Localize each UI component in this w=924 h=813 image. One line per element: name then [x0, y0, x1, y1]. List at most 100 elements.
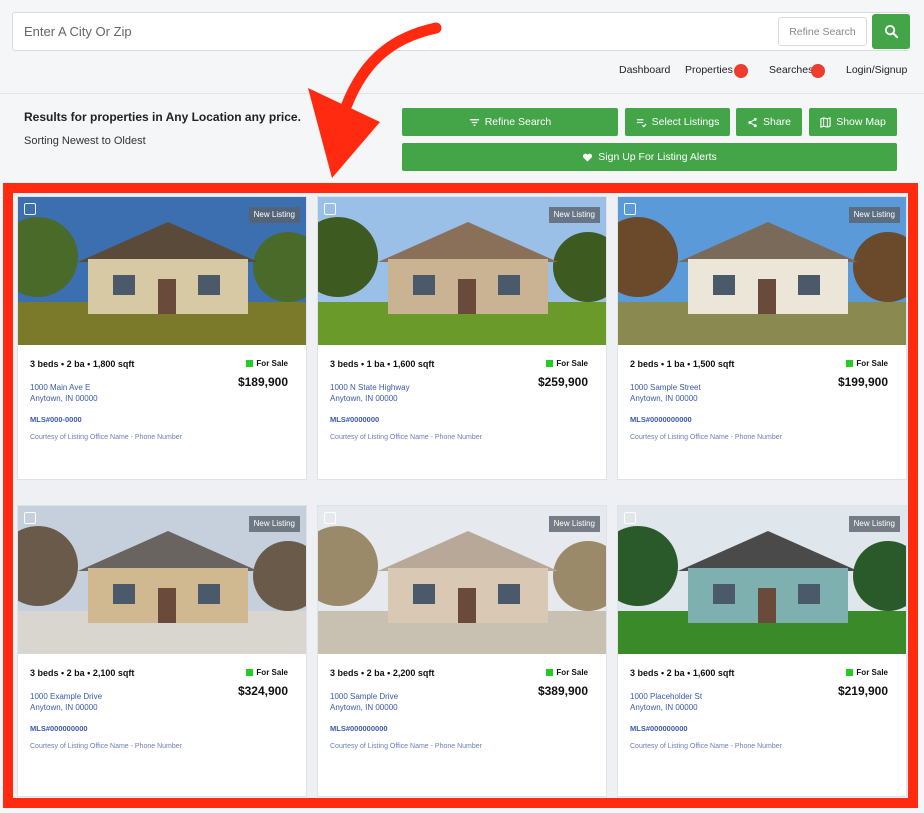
status-dot-icon [546, 360, 554, 367]
searches-badge [811, 64, 825, 78]
checklist-icon [636, 118, 647, 128]
listing-card[interactable]: New Listing 3 beds • 2 ba • 1,800 sqft F… [17, 196, 307, 480]
listing-card[interactable]: New Listing 3 beds • 2 ba • 2,100 sqft F… [17, 505, 307, 797]
status-dot-icon [846, 669, 854, 676]
favorite-checkbox[interactable] [24, 203, 36, 215]
listing-price: $189,900 [237, 375, 288, 389]
map-icon [820, 116, 831, 128]
properties-badge [734, 64, 748, 78]
listing-photo[interactable]: New Listing [318, 506, 606, 654]
select-listings-button[interactable]: Select Listings [625, 108, 730, 136]
status-dot-icon [246, 669, 254, 676]
listing-courtesy: Courtesy of Listing Office Name - Phone … [630, 434, 782, 441]
sale-status: For Sale [846, 359, 888, 368]
nav-dashboard[interactable]: Dashboard [619, 64, 670, 76]
share-button[interactable]: Share [736, 108, 802, 136]
share-icon [748, 117, 757, 127]
status-label: For Sale [556, 359, 588, 368]
listing-address-line1[interactable]: 1000 Example Drive [30, 692, 102, 701]
top-header: Refine Search [0, 0, 924, 94]
search-icon [884, 24, 898, 39]
listing-courtesy: Courtesy of Listing Office Name - Phone … [30, 434, 182, 441]
new-listing-tag: New Listing [248, 207, 300, 223]
search-bar: Refine Search [12, 12, 910, 51]
favorite-checkbox[interactable] [324, 203, 336, 215]
sale-status: For Sale [546, 668, 588, 677]
listing-courtesy: Courtesy of Listing Office Name - Phone … [30, 743, 182, 750]
listing-address-line2[interactable]: Anytown, IN 00000 [330, 394, 398, 403]
listing-mls: MLS#000000000 [30, 724, 88, 733]
status-dot-icon [246, 360, 254, 367]
sale-status: For Sale [246, 359, 288, 368]
listing-mls: MLS#000000000 [630, 724, 688, 733]
listing-photo[interactable]: New Listing [318, 197, 606, 345]
nav-properties[interactable]: Properties [685, 64, 733, 76]
select-listings-label: Select Listings [651, 116, 720, 128]
listing-address-line1[interactable]: 1000 Sample Street [630, 383, 701, 392]
status-label: For Sale [256, 359, 288, 368]
sort-order[interactable]: Sorting Newest to Oldest [24, 135, 146, 147]
search-button[interactable] [872, 14, 910, 49]
listing-specs: 3 beds • 2 ba • 1,600 sqft [630, 668, 735, 678]
show-map-label: Show Map [836, 116, 886, 128]
listing-address-line1[interactable]: 1000 N State Highway [330, 383, 410, 392]
status-label: For Sale [556, 668, 588, 677]
listing-card[interactable]: New Listing 2 beds • 1 ba • 1,500 sqft F… [617, 196, 907, 480]
listing-address-line1[interactable]: 1000 Sample Drive [330, 692, 398, 701]
listing-courtesy: Courtesy of Listing Office Name - Phone … [630, 743, 782, 750]
results-title: Results for properties in Any Location a… [24, 110, 301, 124]
listing-price: $199,900 [837, 375, 888, 389]
sale-status: For Sale [246, 668, 288, 677]
share-label: Share [762, 116, 792, 128]
new-listing-tag: New Listing [548, 207, 600, 223]
listing-specs: 3 beds • 1 ba • 1,600 sqft [330, 359, 435, 369]
listing-address-line2[interactable]: Anytown, IN 00000 [630, 394, 698, 403]
refine-search-button[interactable]: Refine Search [402, 108, 618, 136]
nav-searches[interactable]: Searches [769, 64, 813, 76]
listing-mls: MLS#000000000 [330, 724, 388, 733]
listing-address-line2[interactable]: Anytown, IN 00000 [30, 703, 98, 712]
listing-courtesy: Courtesy of Listing Office Name - Phone … [330, 743, 482, 750]
favorite-checkbox[interactable] [324, 512, 336, 524]
listing-specs: 3 beds • 2 ba • 2,100 sqft [30, 668, 135, 678]
sale-status: For Sale [546, 359, 588, 368]
listing-card[interactable]: New Listing 3 beds • 2 ba • 1,600 sqft F… [617, 505, 907, 797]
filter-icon [469, 118, 479, 126]
listing-mls: MLS#0000000000 [630, 415, 692, 424]
listing-mls: MLS#000-0000 [30, 415, 82, 424]
nav-login[interactable]: Login/Signup [846, 64, 907, 76]
status-label: For Sale [256, 668, 288, 677]
heart-icon [583, 153, 593, 162]
listing-alerts-label: Sign Up For Listing Alerts [598, 151, 717, 163]
listing-specs: 3 beds • 2 ba • 2,200 sqft [330, 668, 435, 678]
new-listing-tag: New Listing [248, 516, 300, 532]
listing-address-line2[interactable]: Anytown, IN 00000 [330, 703, 398, 712]
city-zip-input[interactable] [13, 13, 753, 50]
listing-price: $219,900 [837, 684, 888, 698]
new-listing-tag: New Listing [848, 516, 900, 532]
listing-price: $259,900 [537, 375, 588, 389]
listing-card[interactable]: New Listing 3 beds • 2 ba • 2,200 sqft F… [317, 505, 607, 797]
refine-search-label: Refine Search [484, 116, 552, 128]
refine-search-small-button[interactable]: Refine Search [778, 17, 867, 46]
listing-photo[interactable]: New Listing [618, 506, 906, 654]
listing-photo[interactable]: New Listing [618, 197, 906, 345]
favorite-checkbox[interactable] [624, 203, 636, 215]
listing-specs: 3 beds • 2 ba • 1,800 sqft [30, 359, 135, 369]
listing-address-line2[interactable]: Anytown, IN 00000 [30, 394, 98, 403]
status-label: For Sale [856, 359, 888, 368]
listing-photo[interactable]: New Listing [18, 197, 306, 345]
listing-address-line2[interactable]: Anytown, IN 00000 [630, 703, 698, 712]
listing-card[interactable]: New Listing 3 beds • 1 ba • 1,600 sqft F… [317, 196, 607, 480]
favorite-checkbox[interactable] [624, 512, 636, 524]
favorite-checkbox[interactable] [24, 512, 36, 524]
listing-price: $324,900 [237, 684, 288, 698]
listing-photo[interactable]: New Listing [18, 506, 306, 654]
listing-mls: MLS#0000000 [330, 415, 380, 424]
listing-address-line1[interactable]: 1000 Placeholder St [630, 692, 702, 701]
show-map-button[interactable]: Show Map [809, 108, 897, 136]
status-label: For Sale [856, 668, 888, 677]
status-dot-icon [846, 360, 854, 367]
listing-address-line1[interactable]: 1000 Main Ave E [30, 383, 90, 392]
listing-alerts-button[interactable]: Sign Up For Listing Alerts [402, 143, 897, 171]
